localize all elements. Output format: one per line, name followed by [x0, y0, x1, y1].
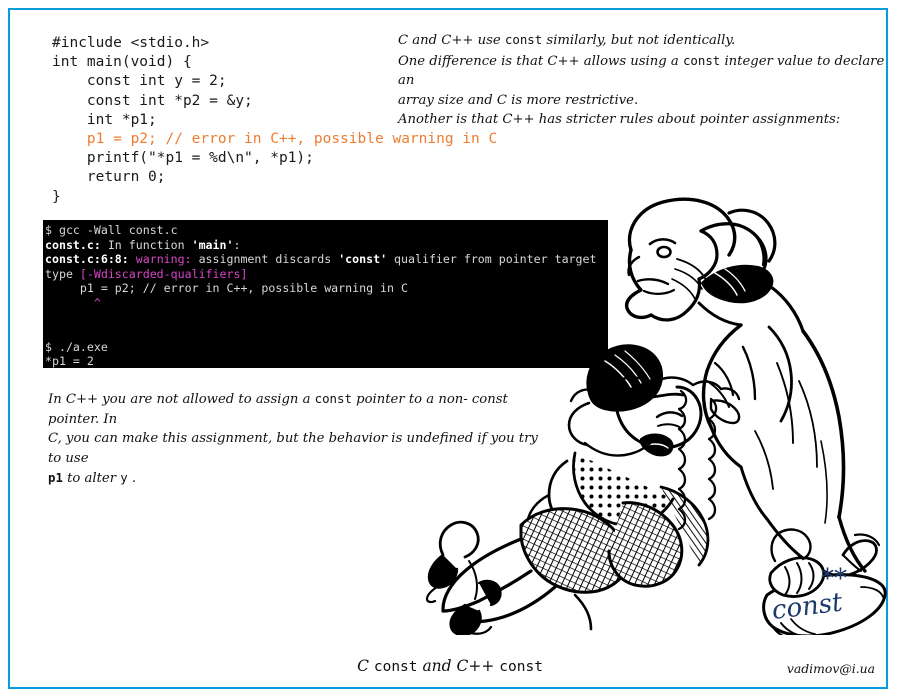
code-line-8: return 0; — [52, 169, 166, 186]
inline-text: In C++ you are not allowed to assign a — [48, 392, 315, 407]
inline-code: const — [314, 391, 352, 406]
terminal-span: const.c:6:8: — [45, 252, 129, 267]
terminal-span: : — [233, 237, 241, 252]
code-line-9: } — [52, 188, 61, 205]
inline-text: to alter — [62, 471, 121, 486]
slide-canvas: #include <stdio.h> int main(void) { const… — [0, 0, 900, 700]
slide-caption: C const and C++ const — [300, 657, 600, 675]
intro-note-line-2: One difference is that C++ allows using … — [398, 51, 890, 91]
intro-note-text: C and C++ use const similarly, but not i… — [398, 30, 890, 130]
inline-text: C and C++ use — [398, 33, 505, 48]
caption-part-1: C — [357, 657, 374, 675]
terminal-span: warning: — [135, 252, 192, 267]
inline-text: Another is that C++ has stricter rules a… — [398, 112, 841, 127]
intro-note-line-4: Another is that C++ has stricter rules a… — [398, 110, 890, 130]
code-line-5: int *p1; — [52, 111, 157, 128]
inline-code: y — [120, 470, 128, 485]
illustration-seated-figure — [425, 344, 741, 635]
code-line-7: printf("*p1 = %d\n", *p1); — [52, 150, 314, 167]
intro-note-line-1: C and C++ use const similarly, but not i… — [398, 30, 890, 51]
intro-note-line-3: array size and C is more restrictive. — [398, 91, 890, 111]
terminal-span: type — [45, 266, 80, 281]
terminal-span — [45, 296, 94, 310]
terminal-span: const.c: — [45, 237, 101, 252]
terminal-span: ^ — [93, 295, 101, 310]
code-line-3: const int y = 2; — [52, 73, 227, 90]
caption-part-2: and C++ — [417, 657, 500, 675]
inline-code-const: const — [504, 32, 543, 47]
caption-mono-2: const — [499, 659, 543, 675]
ink-illustration: ** const — [425, 195, 890, 635]
terminal-span: p1 = p2; // error in C++, possible warni… — [45, 281, 408, 296]
caption-mono-1: const — [373, 659, 418, 675]
terminal-span: [-Wdiscarded-qualifiers] — [79, 266, 248, 281]
terminal-span: 'main' — [191, 237, 234, 252]
inline-text: array size and C is more restrictive. — [398, 92, 639, 108]
terminal-span: 'const' — [338, 252, 388, 267]
terminal-span: In function — [100, 237, 192, 252]
terminal-span: *p1 = 2 — [45, 354, 94, 368]
code-line-1: #include <stdio.h> — [52, 35, 210, 51]
source-code-listing: #include <stdio.h> int main(void) { const… — [52, 34, 498, 207]
terminal-span: $ ./a.exe — [45, 339, 108, 354]
terminal-span — [129, 252, 136, 266]
code-line-6: p1 = p2; // error in C++, possible warni… — [52, 131, 498, 148]
code-line-4: const int *p2 = &y; — [52, 92, 253, 109]
inline-code-const: const — [682, 52, 721, 68]
terminal-span: $ gcc -Wall const.c — [45, 223, 178, 237]
terminal-span: assignment discards — [191, 252, 339, 267]
inline-text: similarly, but not identically. — [542, 33, 736, 48]
inline-code: p1 — [48, 470, 63, 485]
inline-text: . — [127, 471, 137, 486]
author-credit: vadimov@i.ua — [786, 661, 875, 676]
code-line-2: int main(void) { — [52, 54, 192, 71]
inline-text: One difference is that C++ allows using … — [398, 53, 683, 69]
